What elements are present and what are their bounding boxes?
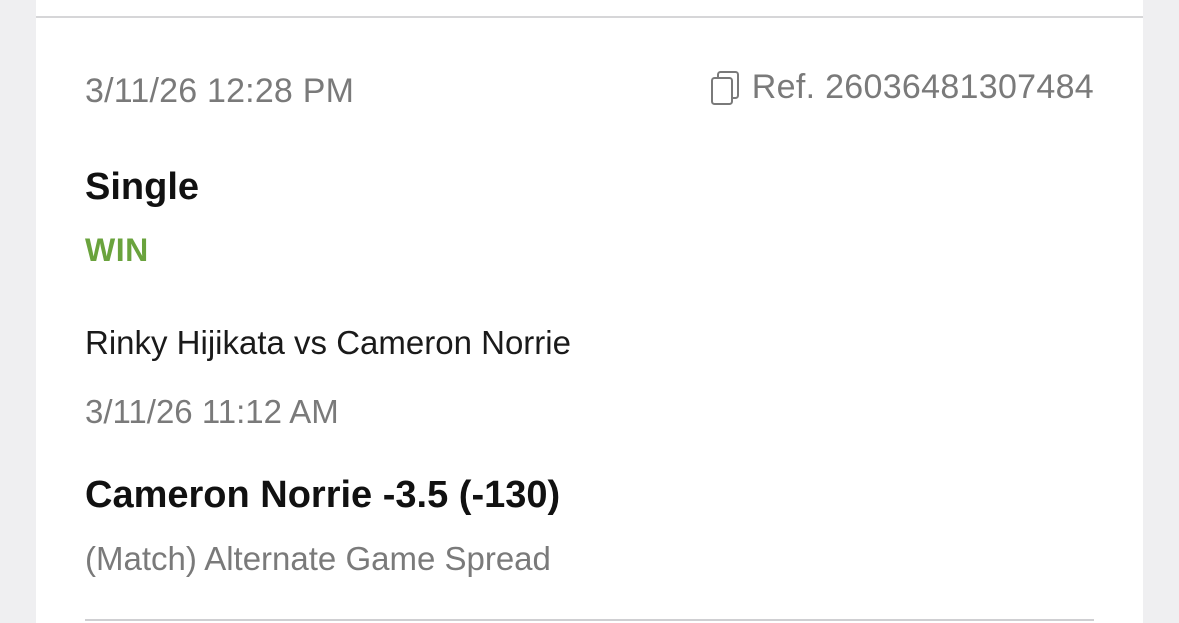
divider xyxy=(85,619,1094,621)
event-start-time: 3/11/26 11:12 AM xyxy=(85,393,339,430)
bet-reference-number: Ref. 26036481307484 xyxy=(751,68,1094,106)
bet-market: (Match) Alternate Game Spread xyxy=(85,540,551,577)
divider xyxy=(36,16,1143,18)
bet-card: 3/11/26 12:28 PM Ref. 26036481307484 Sin… xyxy=(36,0,1143,623)
bet-placed-timestamp: 3/11/26 12:28 PM xyxy=(85,72,355,110)
bet-status-badge: WIN xyxy=(85,232,149,268)
copy-reference-button[interactable]: Ref. 26036481307484 xyxy=(710,68,1094,107)
bet-type-title: Single xyxy=(85,166,200,208)
copy-icon[interactable] xyxy=(710,70,740,106)
event-name: Rinky Hijikata vs Cameron Norrie xyxy=(85,324,571,361)
bet-selection: Cameron Norrie -3.5 (-130) xyxy=(85,474,561,516)
